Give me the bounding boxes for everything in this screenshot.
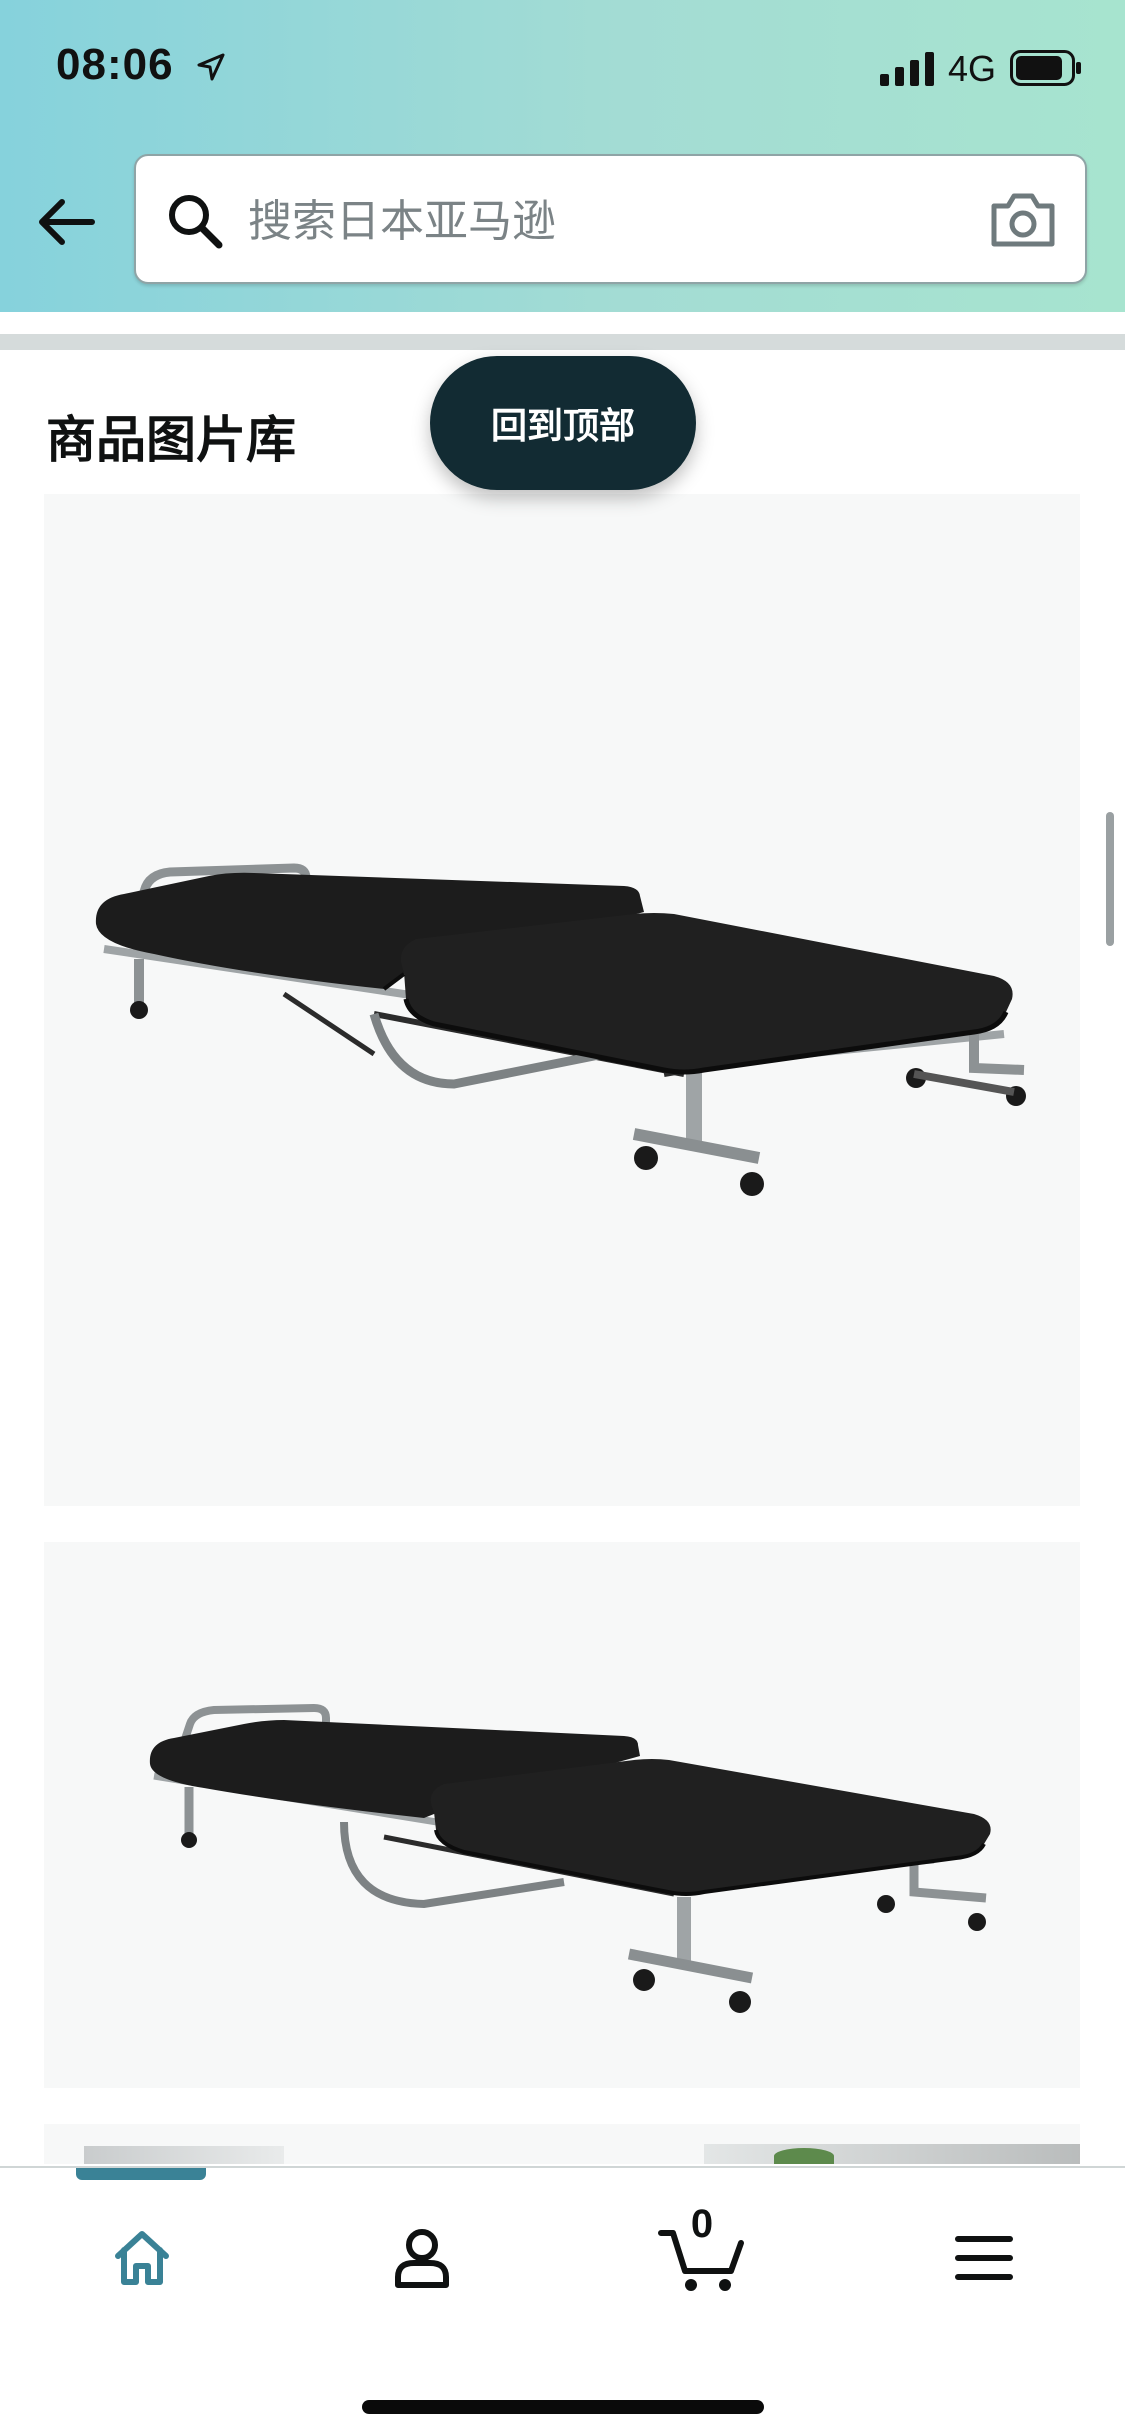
header: 08:06 4G xyxy=(0,0,1125,312)
home-icon xyxy=(115,2231,169,2285)
cellular-signal-icon xyxy=(880,52,934,86)
active-tab-indicator xyxy=(76,2168,206,2180)
back-to-top-button[interactable]: 回到顶部 xyxy=(430,356,696,490)
person-icon xyxy=(395,2229,449,2288)
status-bar: 08:06 4G xyxy=(0,0,1125,130)
bottom-tab-bar: 0 xyxy=(0,2166,1125,2436)
plant-leaf xyxy=(774,2148,834,2164)
product-image-3[interactable] xyxy=(44,2124,1080,2164)
search-input[interactable] xyxy=(246,176,886,266)
search-bar[interactable] xyxy=(134,154,1087,284)
header-divider xyxy=(0,334,1125,350)
product-image-2[interactable] xyxy=(44,1542,1080,2088)
folding-bed-picture xyxy=(149,1703,991,2013)
tab-home[interactable] xyxy=(82,2208,202,2308)
image-3-fragment xyxy=(704,2144,1080,2164)
status-time: 08:06 xyxy=(56,40,174,89)
battery-icon xyxy=(1010,50,1081,86)
home-indicator xyxy=(362,2400,764,2414)
network-type: 4G xyxy=(948,48,997,89)
camera-icon[interactable] xyxy=(988,190,1058,250)
arrow-left-icon xyxy=(39,199,95,245)
search-icon xyxy=(169,195,223,249)
cart-count-badge: 0 xyxy=(690,2202,714,2246)
hamburger-menu-icon xyxy=(955,2236,1013,2280)
scroll-indicator[interactable] xyxy=(1106,812,1114,946)
location-arrow-icon xyxy=(197,53,225,81)
section-title: 商品图片库 xyxy=(46,411,296,469)
image-3-fragment xyxy=(84,2146,284,2164)
product-image-1[interactable] xyxy=(44,494,1080,1506)
back-button[interactable] xyxy=(30,186,102,258)
tab-cart[interactable]: 0 xyxy=(642,2202,762,2308)
folding-bed-picture xyxy=(95,863,1026,1196)
tab-account[interactable] xyxy=(362,2208,482,2308)
tab-menu[interactable] xyxy=(924,2208,1044,2308)
